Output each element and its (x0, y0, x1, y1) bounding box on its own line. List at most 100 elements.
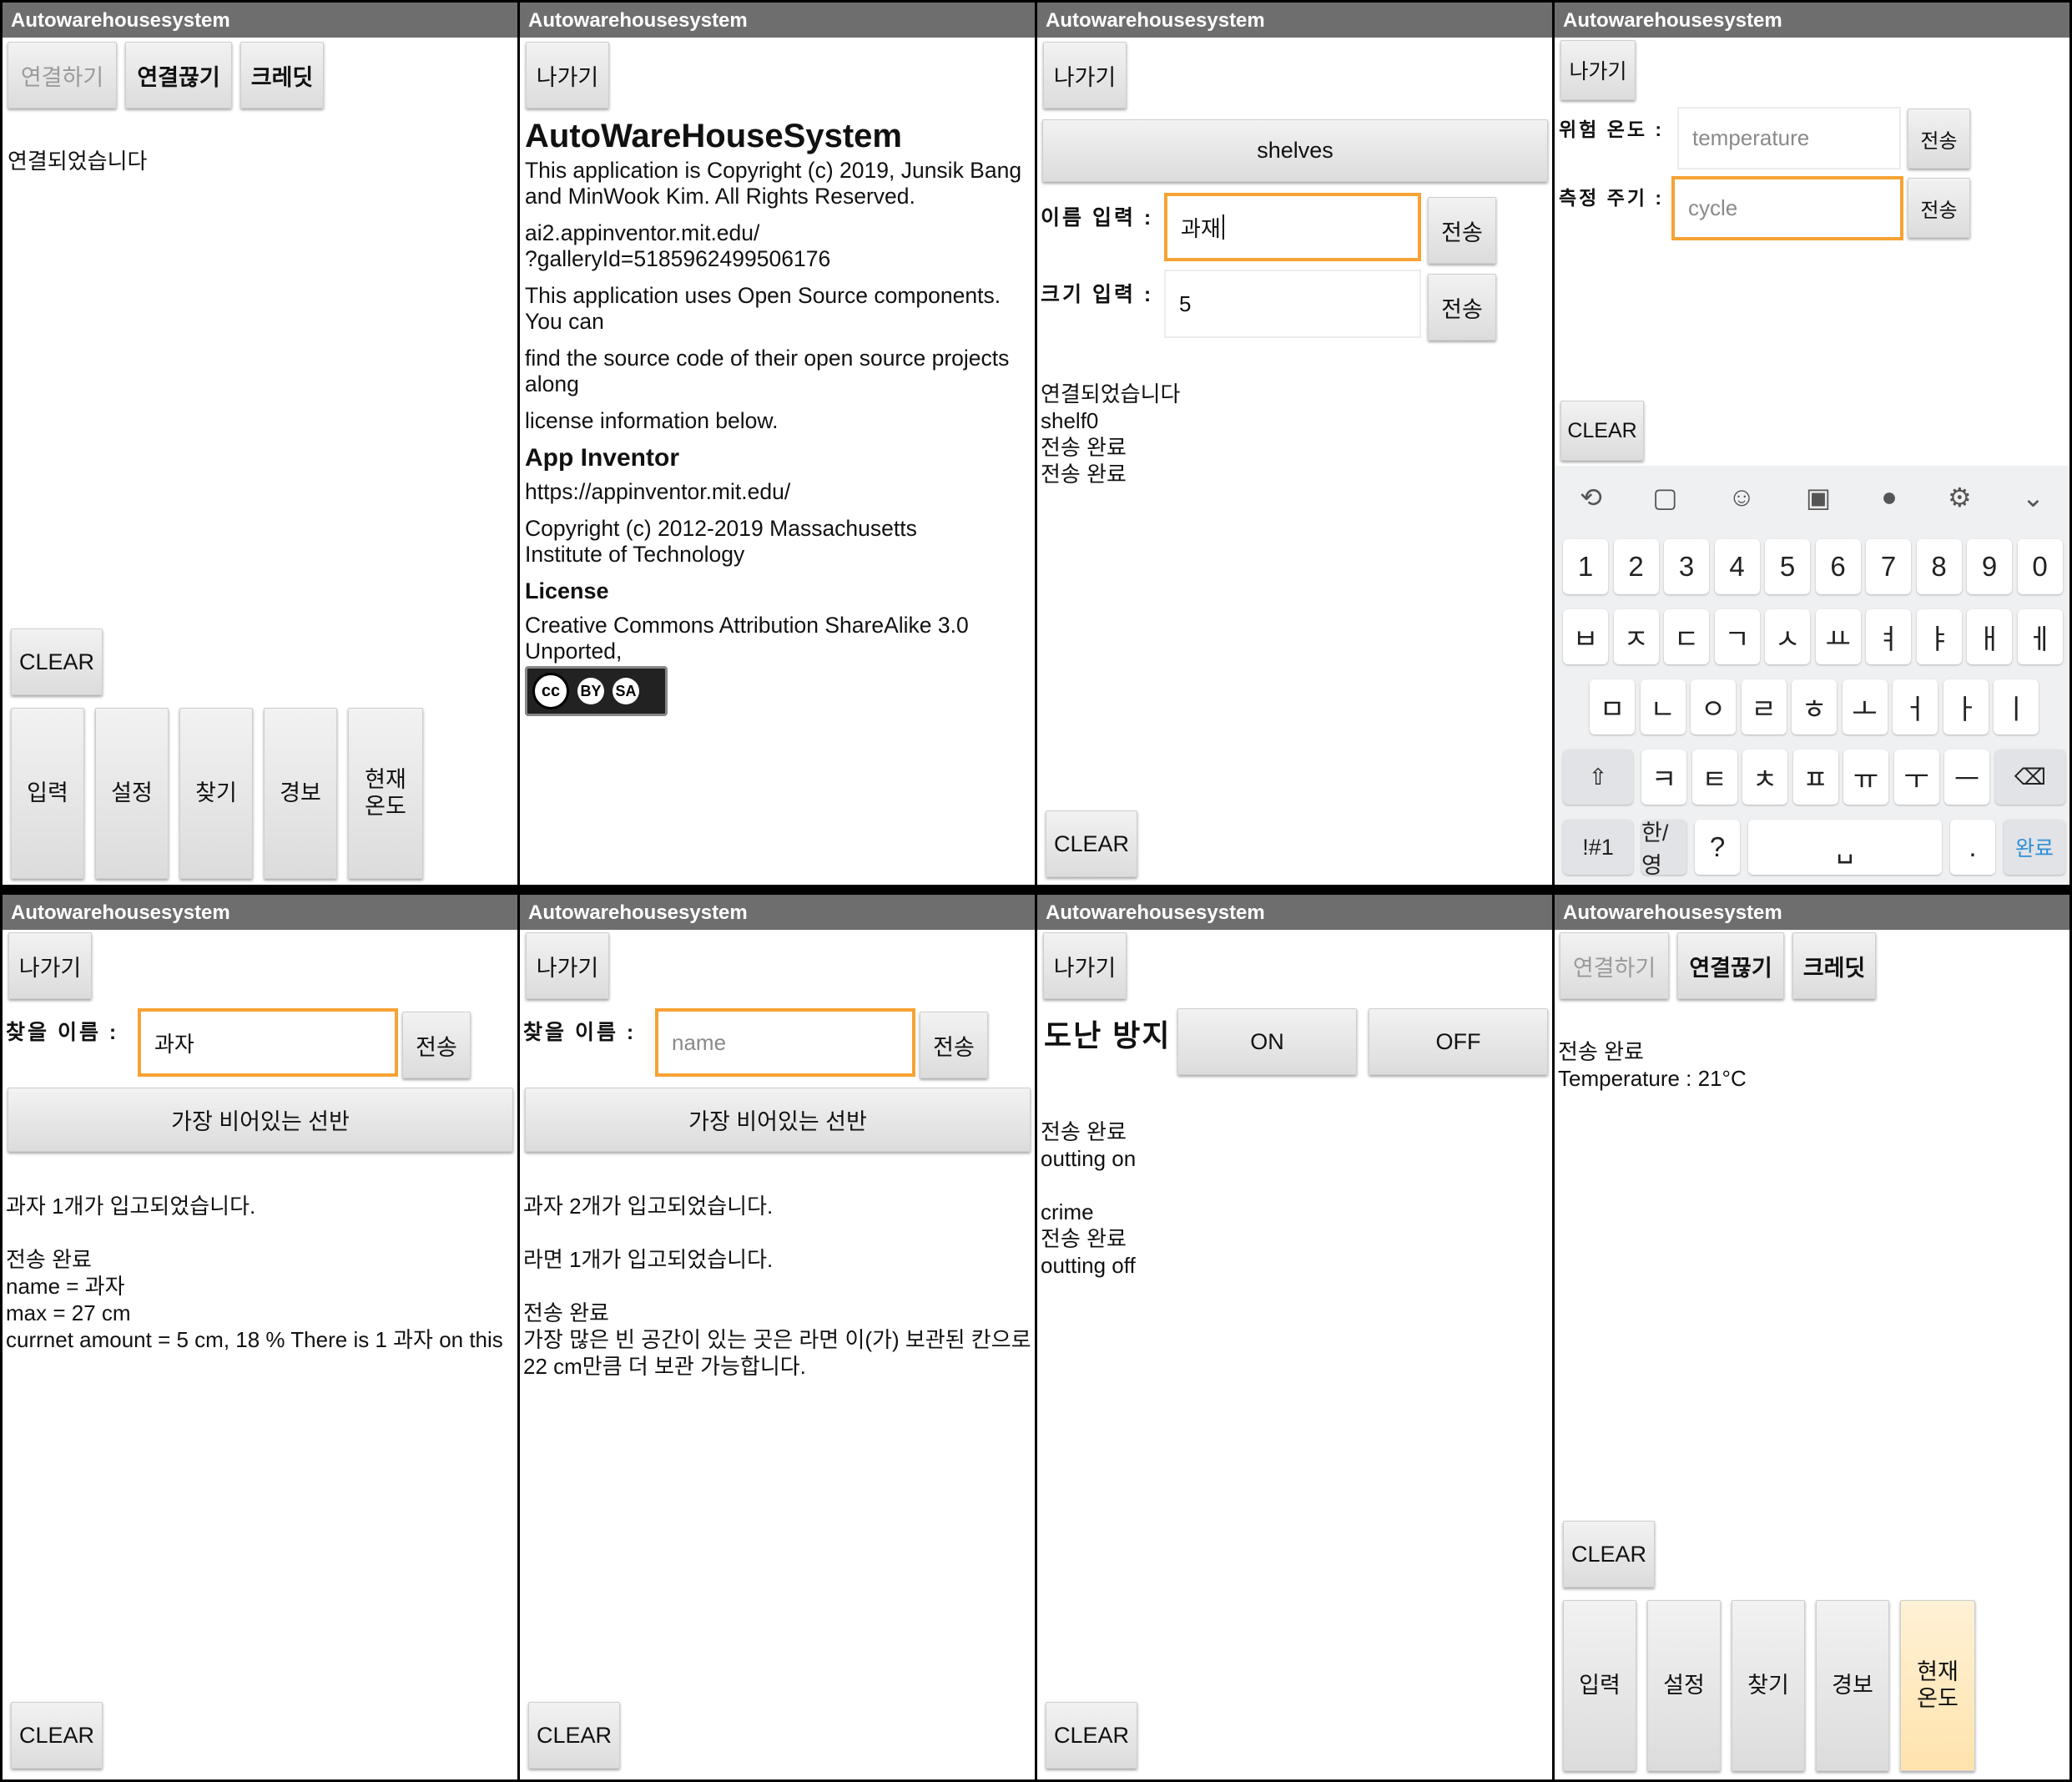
find-send-button[interactable]: 전송 (402, 1012, 471, 1078)
key-5[interactable]: 5 (1765, 539, 1810, 594)
key-jamo[interactable]: ㅊ (1742, 750, 1787, 805)
key-3[interactable]: 3 (1664, 539, 1709, 594)
space-key[interactable]: ␣ (1748, 820, 1942, 875)
backspace-key[interactable]: ⌫ (1995, 750, 2065, 805)
clear-button[interactable]: CLEAR (1046, 1702, 1137, 1769)
danger-temp-send-button[interactable]: 전송 (1908, 109, 1970, 169)
key-jamo[interactable]: ㅁ (1590, 679, 1635, 735)
danger-temp-input[interactable]: temperature (1677, 107, 1901, 169)
key-jamo[interactable]: ㅑ (1916, 609, 1962, 664)
theft-on-button[interactable]: ON (1177, 1008, 1357, 1075)
menu-alarm-button[interactable]: 경보 (264, 708, 337, 879)
connect-button[interactable]: 연결하기 (8, 42, 117, 109)
key-jamo[interactable]: ㅡ (1944, 750, 1989, 805)
clear-button[interactable]: CLEAR (1560, 401, 1644, 461)
question-key[interactable]: ? (1695, 820, 1740, 875)
gif-icon[interactable]: ▣ (1806, 482, 1831, 513)
key-jamo[interactable]: ㅎ (1792, 679, 1837, 735)
language-key[interactable]: 한/영 (1641, 820, 1686, 878)
key-jamo[interactable]: ㅐ (1967, 609, 2012, 664)
key-jamo[interactable]: ㅠ (1843, 750, 1888, 805)
emptiest-shelf-button[interactable]: 가장 비어있는 선반 (525, 1088, 1031, 1152)
key-9[interactable]: 9 (1967, 539, 2012, 594)
size-send-button[interactable]: 전송 (1428, 274, 1496, 341)
clear-button[interactable]: CLEAR (11, 1702, 103, 1769)
name-input[interactable]: 과재 (1164, 193, 1421, 261)
key-jamo[interactable]: ㅍ (1792, 750, 1838, 805)
period-key[interactable]: . (1950, 820, 1995, 875)
key-jamo[interactable]: ㄴ (1640, 679, 1686, 735)
credit-button[interactable]: 크레딧 (240, 42, 324, 109)
menu-find-button[interactable]: 찾기 (179, 708, 253, 879)
key-jamo[interactable]: ㅕ (1866, 609, 1911, 664)
exit-button[interactable]: 나가기 (1043, 932, 1127, 999)
menu-settings-button[interactable]: 설정 (95, 708, 169, 879)
key-jamo[interactable]: ㅋ (1641, 750, 1686, 805)
key-jamo[interactable]: ㅛ (1815, 609, 1861, 664)
key-jamo[interactable]: ㅈ (1613, 609, 1659, 664)
sticker-icon[interactable]: ▢ (1652, 482, 1677, 513)
clear-button[interactable]: CLEAR (11, 628, 103, 695)
key-0[interactable]: 0 (2017, 539, 2063, 594)
key-jamo[interactable]: ㅣ (1994, 679, 2039, 735)
key-jamo[interactable]: ㅂ (1563, 609, 1608, 664)
exit-button[interactable]: 나가기 (526, 932, 609, 999)
size-input[interactable]: 5 (1164, 270, 1421, 338)
shift-key[interactable]: ⇧ (1563, 750, 1633, 805)
menu-current-temp-button[interactable]: 현재 온도 (1900, 1600, 1975, 1771)
symbols-key[interactable]: !#1 (1563, 820, 1633, 875)
find-name-input[interactable]: 과자 (138, 1008, 398, 1077)
key-jamo[interactable]: ㄱ (1714, 609, 1760, 664)
key-6[interactable]: 6 (1815, 539, 1861, 594)
clear-button[interactable]: CLEAR (528, 1702, 620, 1769)
key-jamo[interactable]: ㅅ (1765, 609, 1810, 664)
credits-gallery-link[interactable]: ai2.appinventor.mit.edu/ ?galleryId=5185… (525, 220, 1031, 272)
disconnect-button[interactable]: 연결끊기 (125, 42, 232, 109)
find-name-input[interactable]: name (655, 1008, 915, 1077)
chevron-down-icon[interactable]: ⌄ (2022, 482, 2044, 513)
key-jamo[interactable]: ㄹ (1741, 679, 1787, 735)
done-key[interactable]: 완료 (2004, 820, 2065, 875)
emptiest-shelf-button[interactable]: 가장 비어있는 선반 (8, 1088, 513, 1152)
key-4[interactable]: 4 (1714, 539, 1760, 594)
key-7[interactable]: 7 (1866, 539, 1911, 594)
key-jamo[interactable]: ㅏ (1943, 679, 1989, 735)
exit-button[interactable]: 나가기 (8, 932, 92, 999)
key-jamo[interactable]: ㅌ (1691, 750, 1737, 805)
menu-find-button[interactable]: 찾기 (1732, 1600, 1805, 1771)
disconnect-button[interactable]: 연결끊기 (1677, 932, 1784, 999)
cycle-send-button[interactable]: 전송 (1908, 178, 1970, 238)
clear-button[interactable]: CLEAR (1563, 1521, 1655, 1588)
credits-ai-url[interactable]: https://appinventor.mit.edu/ (525, 479, 1031, 505)
name-send-button[interactable]: 전송 (1428, 197, 1496, 264)
key-jamo[interactable]: ㅔ (2017, 609, 2063, 664)
emoji-icon[interactable]: ☺ (1728, 482, 1756, 512)
key-jamo[interactable]: ㅗ (1842, 679, 1888, 735)
key-jamo[interactable]: ㅜ (1893, 750, 1939, 805)
exit-button[interactable]: 나가기 (1560, 40, 1636, 100)
theft-off-button[interactable]: OFF (1369, 1008, 1548, 1075)
find-send-button[interactable]: 전송 (920, 1012, 988, 1078)
menu-settings-button[interactable]: 설정 (1647, 1600, 1721, 1771)
cycle-input[interactable]: cycle (1671, 176, 1903, 240)
key-jamo[interactable]: ㅓ (1893, 679, 1938, 735)
microphone-icon[interactable]: ● (1881, 482, 1897, 512)
key-8[interactable]: 8 (1916, 539, 1962, 594)
menu-input-button[interactable]: 입력 (11, 708, 84, 879)
shelves-button[interactable]: shelves (1042, 119, 1548, 182)
menu-input-button[interactable]: 입력 (1563, 1600, 1636, 1771)
translate-icon[interactable]: ⟲ (1580, 482, 1602, 513)
key-1[interactable]: 1 (1563, 539, 1608, 594)
credit-button[interactable]: 크레딧 (1792, 932, 1876, 999)
exit-button[interactable]: 나가기 (526, 42, 609, 109)
menu-current-temp-button[interactable]: 현재 온도 (348, 708, 423, 879)
gear-icon[interactable]: ⚙ (1948, 482, 1972, 513)
key-2[interactable]: 2 (1613, 539, 1659, 594)
menu-alarm-button[interactable]: 경보 (1816, 1600, 1889, 1771)
connect-button[interactable]: 연결하기 (1560, 932, 1669, 999)
key-jamo[interactable]: ㅇ (1691, 679, 1736, 735)
key-jamo[interactable]: ㄷ (1664, 609, 1709, 664)
cc-icon: cc (532, 673, 569, 709)
exit-button[interactable]: 나가기 (1043, 42, 1127, 109)
clear-button[interactable]: CLEAR (1046, 810, 1137, 877)
